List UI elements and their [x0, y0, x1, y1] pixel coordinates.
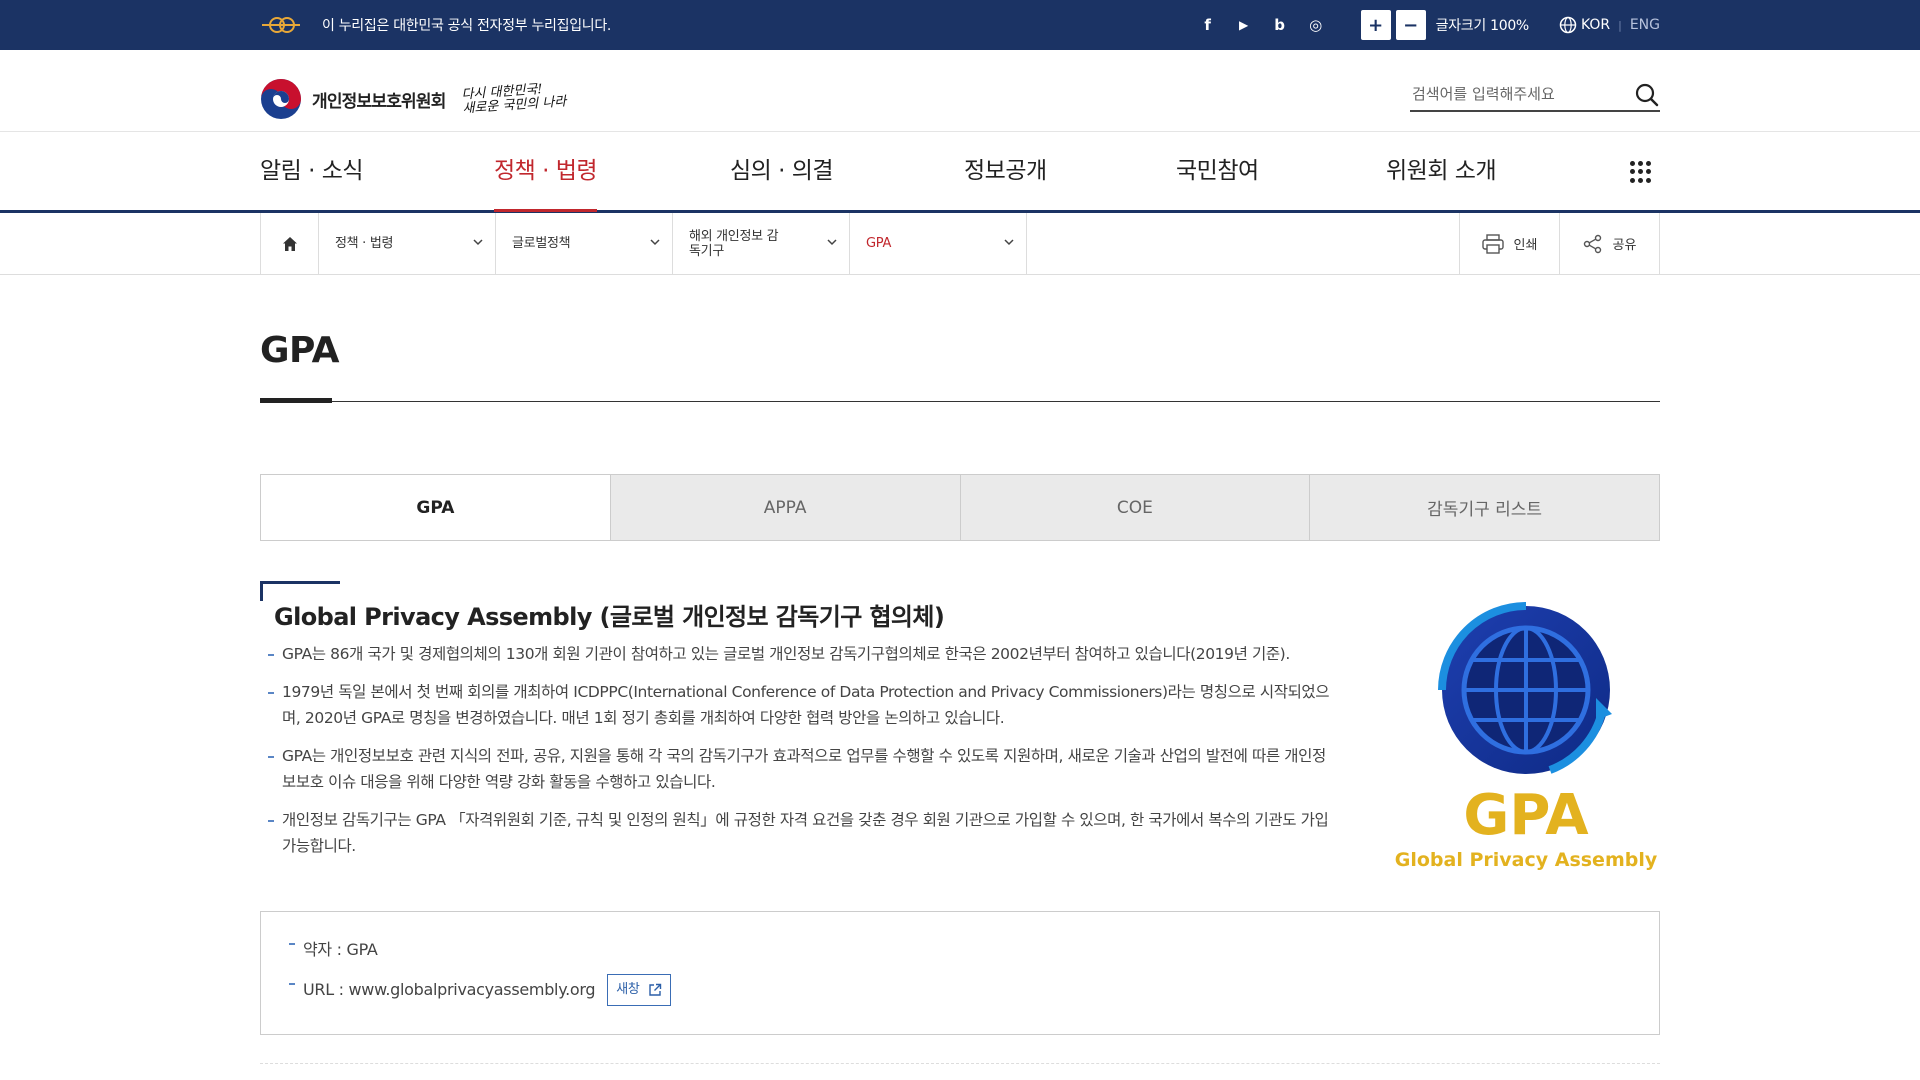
- tab-coe[interactable]: COE: [959, 475, 1310, 540]
- location-select-4[interactable]: GPA: [850, 213, 1027, 274]
- font-size-label: 글자크기 100%: [1435, 18, 1530, 34]
- list-item: 1979년 독일 본에서 첫 번째 회의를 개최하여 ICDPPC(Intern…: [268, 679, 1338, 731]
- lang-eng[interactable]: ENG: [1630, 17, 1660, 33]
- blog-icon[interactable]: b: [1273, 16, 1287, 34]
- gpa-logo-subtext: Global Privacy Assembly: [1395, 849, 1658, 871]
- taegeuk-logo-icon: [261, 79, 301, 119]
- site-logo[interactable]: 개인정보보호위원회 다시 대한민국! 새로운 국민의 나라: [260, 78, 566, 120]
- location-select-2[interactable]: 글로벌정책: [496, 213, 673, 274]
- print-button[interactable]: 인쇄: [1459, 213, 1559, 274]
- org-name: 개인정보보호위원회: [312, 91, 446, 112]
- chevron-down-icon: [473, 239, 483, 246]
- search-box: [1410, 78, 1660, 112]
- gov-banner: 이 누리집은 대한민국 공식 전자정부 누리집입니다. f ▶ b ◎ + − …: [0, 0, 1920, 50]
- gnb-item-participation[interactable]: 국민참여: [1176, 133, 1259, 210]
- search-icon[interactable]: [1634, 82, 1660, 108]
- gpa-logo: GPA Global Privacy Assembly: [1395, 602, 1658, 871]
- share-icon: [1583, 234, 1601, 253]
- title-divider: [260, 401, 1660, 402]
- abbreviation-item: 약자 : GPA: [289, 930, 671, 970]
- instagram-icon[interactable]: ◎: [1309, 16, 1323, 34]
- content-tabs: GPA APPA COE 감독기구 리스트: [260, 474, 1660, 541]
- all-menu-icon[interactable]: [1630, 161, 1652, 183]
- new-window-button[interactable]: 새창: [607, 974, 671, 1006]
- tab-authority-list[interactable]: 감독기구 리스트: [1309, 475, 1659, 540]
- bottom-divider: [260, 1063, 1660, 1064]
- facebook-icon[interactable]: f: [1201, 16, 1215, 34]
- description-list: GPA는 86개 국가 및 경제협의체의 130개 회원 기관이 참여하고 있는…: [268, 641, 1338, 871]
- info-box: 약자 : GPA URL : www.globalprivacyassembly…: [260, 911, 1660, 1035]
- globe-icon: [1559, 16, 1577, 34]
- language-switch: KOR | ENG: [1559, 16, 1660, 34]
- home-icon: [282, 236, 297, 251]
- list-item: 개인정보 감독기구는 GPA 「자격위원회 기준, 규칙 및 인정의 원칙」에 …: [268, 807, 1338, 859]
- slogan: 다시 대한민국! 새로운 국민의 나라: [460, 82, 567, 117]
- gnb-item-news[interactable]: 알림 · 소식: [260, 133, 364, 210]
- font-decrease-button[interactable]: −: [1395, 10, 1426, 40]
- gnb-item-about[interactable]: 위원회 소개: [1386, 133, 1497, 210]
- chevron-down-icon: [650, 239, 660, 246]
- gpa-logo-text: GPA: [1463, 783, 1589, 848]
- main-navigation: 알림 · 소식 정책 · 법령 심의 · 의결 정보공개 국민참여 위원회 소개: [0, 133, 1920, 213]
- site-header: 개인정보보호위원회 다시 대한민국! 새로운 국민의 나라: [0, 50, 1920, 132]
- gov-mark-icon: [262, 17, 300, 33]
- section-title: Global Privacy Assembly (글로벌 개인정보 감독기구 협…: [274, 603, 945, 631]
- tab-appa[interactable]: APPA: [609, 475, 960, 540]
- external-link-icon: [648, 983, 661, 996]
- lang-kor[interactable]: KOR: [1581, 17, 1610, 33]
- title-divider-accent: [260, 398, 332, 403]
- gnb-item-disclosure[interactable]: 정보공개: [964, 133, 1047, 210]
- gnb-item-deliberation[interactable]: 심의 · 의결: [730, 133, 834, 210]
- location-select-1[interactable]: 정책 · 법령: [319, 213, 496, 274]
- location-select-3[interactable]: 해외 개인정보 감독기구: [673, 213, 850, 274]
- share-button[interactable]: 공유: [1559, 213, 1659, 274]
- list-item: GPA는 개인정보보호 관련 지식의 전파, 공유, 지원을 통해 각 국의 감…: [268, 743, 1338, 795]
- gnb-item-policy[interactable]: 정책 · 법령: [494, 133, 598, 212]
- location-bar: 정책 · 법령 글로벌정책 해외 개인정보 감독기구 GPA 인쇄 공유: [0, 213, 1920, 275]
- page-title: GPA: [260, 330, 340, 371]
- list-item: GPA는 86개 국가 및 경제협의체의 130개 회원 기관이 참여하고 있는…: [268, 641, 1338, 667]
- font-increase-button[interactable]: +: [1360, 10, 1391, 40]
- tab-gpa[interactable]: GPA: [261, 475, 610, 540]
- gov-notice: 이 누리집은 대한민국 공식 전자정부 누리집입니다.: [322, 18, 612, 34]
- printer-icon: [1481, 233, 1504, 254]
- chevron-down-icon: [1004, 239, 1014, 246]
- search-input[interactable]: [1410, 85, 1620, 103]
- home-button[interactable]: [261, 213, 319, 274]
- url-item: URL : www.globalprivacyassembly.org 새창: [289, 970, 671, 1010]
- youtube-icon[interactable]: ▶: [1237, 18, 1251, 32]
- chevron-down-icon: [827, 239, 837, 246]
